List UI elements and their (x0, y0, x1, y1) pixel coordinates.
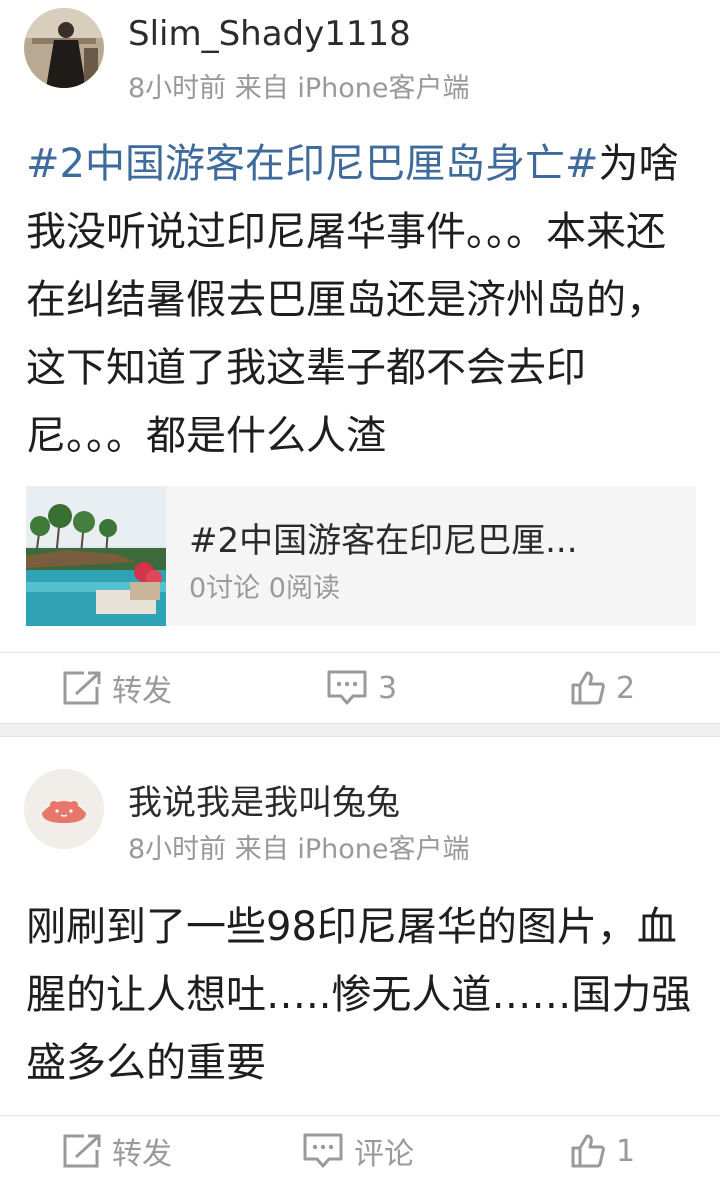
speech-bubble-icon (326, 669, 368, 707)
repost-button[interactable]: 转发 (62, 1116, 172, 1186)
like-count: 1 (616, 1133, 636, 1169)
post-meta: 8小时前 来自 iPhone客户端 (128, 66, 470, 105)
thumbs-up-icon (570, 670, 606, 706)
like-button[interactable]: 2 (570, 653, 635, 723)
post-text: #2中国游客在印尼巴厘岛身亡#为啥我没听说过印尼屠华事件。。。本来还在纠结暑假去… (26, 130, 696, 470)
thumbs-up-icon (570, 1133, 606, 1169)
topic-card-title: #2中国游客在印尼巴厘... (189, 521, 578, 561)
user-avatar[interactable] (24, 8, 104, 88)
post-time: 8小时前 (128, 73, 227, 104)
comment-count: 3 (378, 670, 398, 706)
post-body-text: 为啥我没听说过印尼屠华事件。。。本来还在纠结暑假去巴厘岛还是济州岛的，这下知道了… (26, 141, 679, 459)
topic-thumbnail (26, 486, 166, 626)
post-action-bar: 转发 3 2 (0, 652, 720, 722)
user-avatar[interactable] (24, 769, 104, 849)
like-count: 2 (616, 670, 636, 706)
post-time: 8小时前 (128, 834, 227, 865)
share-box-icon (62, 670, 102, 706)
repost-button[interactable]: 转发 (62, 653, 172, 723)
comment-button[interactable]: 3 (326, 653, 397, 723)
topic-card[interactable]: #2中国游客在印尼巴厘... 0讨论 0阅读 (26, 486, 696, 626)
topic-link[interactable]: #2中国游客在印尼巴厘岛身亡# (26, 141, 598, 187)
username[interactable]: Slim_Shady1118 (128, 14, 411, 54)
speech-bubble-icon (302, 1132, 344, 1170)
post-action-bar: 转发 评论 1 (0, 1115, 720, 1185)
like-button[interactable]: 1 (570, 1116, 635, 1186)
post-source: 来自 iPhone客户端 (234, 73, 470, 104)
comment-button[interactable]: 评论 (302, 1116, 414, 1186)
post-text: 刚刷到了一些98印尼屠华的图片，血腥的让人想吐…..惨无人道……国力强盛多么的重… (26, 893, 696, 1097)
repost-label: 转发 (112, 674, 172, 709)
post-body-text: 刚刷到了一些98印尼屠华的图片，血腥的让人想吐…..惨无人道……国力强盛多么的重… (26, 904, 692, 1086)
post-source: 来自 iPhone客户端 (234, 834, 470, 865)
topic-card-stats: 0讨论 0阅读 (189, 573, 340, 604)
share-box-icon (62, 1133, 102, 1169)
feed-post: Slim_Shady1118 8小时前 来自 iPhone客户端 #2中国游客在… (0, 0, 720, 723)
post-separator (0, 723, 720, 737)
feed-post: 我说我是我叫兔兔 8小时前 来自 iPhone客户端 刚刷到了一些98印尼屠华的… (0, 737, 720, 1181)
post-meta: 8小时前 来自 iPhone客户端 (128, 827, 470, 866)
username[interactable]: 我说我是我叫兔兔 (128, 775, 400, 824)
comment-label: 评论 (354, 1137, 414, 1172)
repost-label: 转发 (112, 1137, 172, 1172)
